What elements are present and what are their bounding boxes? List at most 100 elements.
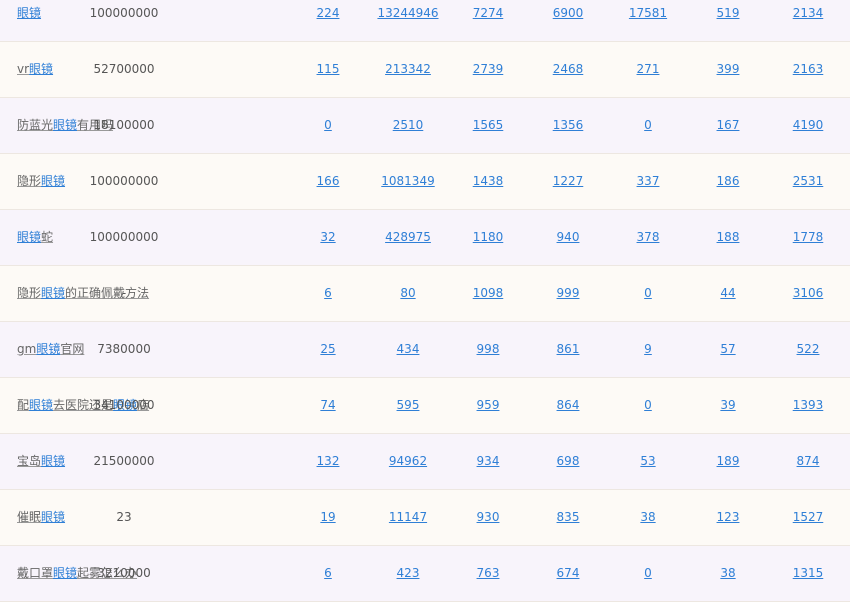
metric-link[interactable]: 698 <box>557 454 580 468</box>
metric-link[interactable]: 57 <box>720 342 735 356</box>
metric-cell-5: 38 <box>608 490 688 545</box>
metric-link[interactable]: 0 <box>644 286 652 300</box>
metric-link[interactable]: 522 <box>797 342 820 356</box>
metric-link[interactable]: 2531 <box>793 174 824 188</box>
metric-link[interactable]: 934 <box>477 454 500 468</box>
metric-link[interactable]: 1565 <box>473 118 504 132</box>
metric-link[interactable]: 94962 <box>389 454 427 468</box>
metric-link[interactable]: 423 <box>397 566 420 580</box>
metric-link[interactable]: 1438 <box>473 174 504 188</box>
metric-link[interactable]: 38 <box>640 510 655 524</box>
metric-link[interactable]: 0 <box>644 566 652 580</box>
metric-link[interactable]: 940 <box>557 230 580 244</box>
metric-link[interactable]: 835 <box>557 510 580 524</box>
metric-link[interactable]: 188 <box>717 230 740 244</box>
metric-link[interactable]: 2134 <box>793 6 824 20</box>
metric-link[interactable]: 44 <box>720 286 735 300</box>
metric-cell-5: 0 <box>608 98 688 153</box>
metric-cell-7: 522 <box>768 322 848 377</box>
metric-link[interactable]: 399 <box>717 62 740 76</box>
metric-link[interactable]: 595 <box>397 398 420 412</box>
metric-link[interactable]: 166 <box>317 174 340 188</box>
metric-link[interactable]: 53 <box>640 454 655 468</box>
metric-link[interactable]: 1227 <box>553 174 584 188</box>
metric-cell-4: 6900 <box>528 0 608 41</box>
metric-cell-3: 998 <box>448 322 528 377</box>
metric-cell-3: 934 <box>448 434 528 489</box>
metric-link[interactable]: 428975 <box>385 230 431 244</box>
metric-link[interactable]: 1356 <box>553 118 584 132</box>
metric-link[interactable]: 874 <box>797 454 820 468</box>
metric-cell-7: 1315 <box>768 546 848 601</box>
metric-link[interactable]: 0 <box>644 118 652 132</box>
metric-link[interactable]: 959 <box>477 398 500 412</box>
metric-link[interactable]: 25 <box>320 342 335 356</box>
metric-cell-7: 4190 <box>768 98 848 153</box>
metric-link[interactable]: 13244946 <box>377 6 438 20</box>
metric-link[interactable]: 19 <box>320 510 335 524</box>
metric-cell-5: 53 <box>608 434 688 489</box>
metric-link[interactable]: 1527 <box>793 510 824 524</box>
metric-cell-1: 115 <box>288 42 368 97</box>
metric-link[interactable]: 167 <box>717 118 740 132</box>
search-volume: 3210000 <box>97 566 151 580</box>
metric-link[interactable]: 763 <box>477 566 500 580</box>
metric-link[interactable]: 998 <box>477 342 500 356</box>
metric-link[interactable]: 4190 <box>793 118 824 132</box>
metric-link[interactable]: 32 <box>320 230 335 244</box>
metric-cell-2: 434 <box>368 322 448 377</box>
metric-link[interactable]: 0 <box>644 398 652 412</box>
metric-link[interactable]: 80 <box>400 286 415 300</box>
metric-link[interactable]: 224 <box>317 6 340 20</box>
metric-link[interactable]: 0 <box>324 118 332 132</box>
metric-link[interactable]: 132 <box>317 454 340 468</box>
metric-cell-1: 0 <box>288 98 368 153</box>
metric-link[interactable]: 39 <box>720 398 735 412</box>
metric-link[interactable]: 38 <box>720 566 735 580</box>
metric-cell-4: 835 <box>528 490 608 545</box>
metric-link[interactable]: 3106 <box>793 286 824 300</box>
metric-link[interactable]: 2163 <box>793 62 824 76</box>
metric-link[interactable]: 17581 <box>629 6 667 20</box>
metric-link[interactable]: 1180 <box>473 230 504 244</box>
metric-link[interactable]: 1081349 <box>381 174 434 188</box>
metric-link[interactable]: 11147 <box>389 510 427 524</box>
metric-cell-6: 39 <box>688 378 768 433</box>
metric-cell-7: 2134 <box>768 0 848 41</box>
metric-link[interactable]: 434 <box>397 342 420 356</box>
metric-link[interactable]: 74 <box>320 398 335 412</box>
metric-link[interactable]: 519 <box>717 6 740 20</box>
metric-link[interactable]: 6 <box>324 286 332 300</box>
metric-cell-6: 57 <box>688 322 768 377</box>
metric-link[interactable]: 1393 <box>793 398 824 412</box>
metric-link[interactable]: 1778 <box>793 230 824 244</box>
metric-link[interactable]: 186 <box>717 174 740 188</box>
metric-link[interactable]: 9 <box>644 342 652 356</box>
metric-link[interactable]: 2739 <box>473 62 504 76</box>
metric-cell-7: 2531 <box>768 154 848 209</box>
table-row: 隐形眼镜 100000000 166 1081349 1438 1227 337 186 253… <box>0 154 850 210</box>
metric-link[interactable]: 271 <box>637 62 660 76</box>
metric-link[interactable]: 7274 <box>473 6 504 20</box>
metric-link[interactable]: 115 <box>317 62 340 76</box>
metric-link[interactable]: 337 <box>637 174 660 188</box>
metric-link[interactable]: 6 <box>324 566 332 580</box>
metric-link[interactable]: 6900 <box>553 6 584 20</box>
metric-link[interactable]: 930 <box>477 510 500 524</box>
metric-cell-3: 1180 <box>448 210 528 265</box>
metric-link[interactable]: 864 <box>557 398 580 412</box>
metric-link[interactable]: 213342 <box>385 62 431 76</box>
metric-link[interactable]: 1098 <box>473 286 504 300</box>
metric-link[interactable]: 1315 <box>793 566 824 580</box>
metric-link[interactable]: 999 <box>557 286 580 300</box>
metric-link[interactable]: 378 <box>637 230 660 244</box>
metric-link[interactable]: 674 <box>557 566 580 580</box>
metric-link[interactable]: 123 <box>717 510 740 524</box>
metric-link[interactable]: 861 <box>557 342 580 356</box>
metric-cell-1: 25 <box>288 322 368 377</box>
metric-link[interactable]: 189 <box>717 454 740 468</box>
metric-cell-4: 674 <box>528 546 608 601</box>
metric-cell-4: 940 <box>528 210 608 265</box>
metric-link[interactable]: 2510 <box>393 118 424 132</box>
metric-link[interactable]: 2468 <box>553 62 584 76</box>
